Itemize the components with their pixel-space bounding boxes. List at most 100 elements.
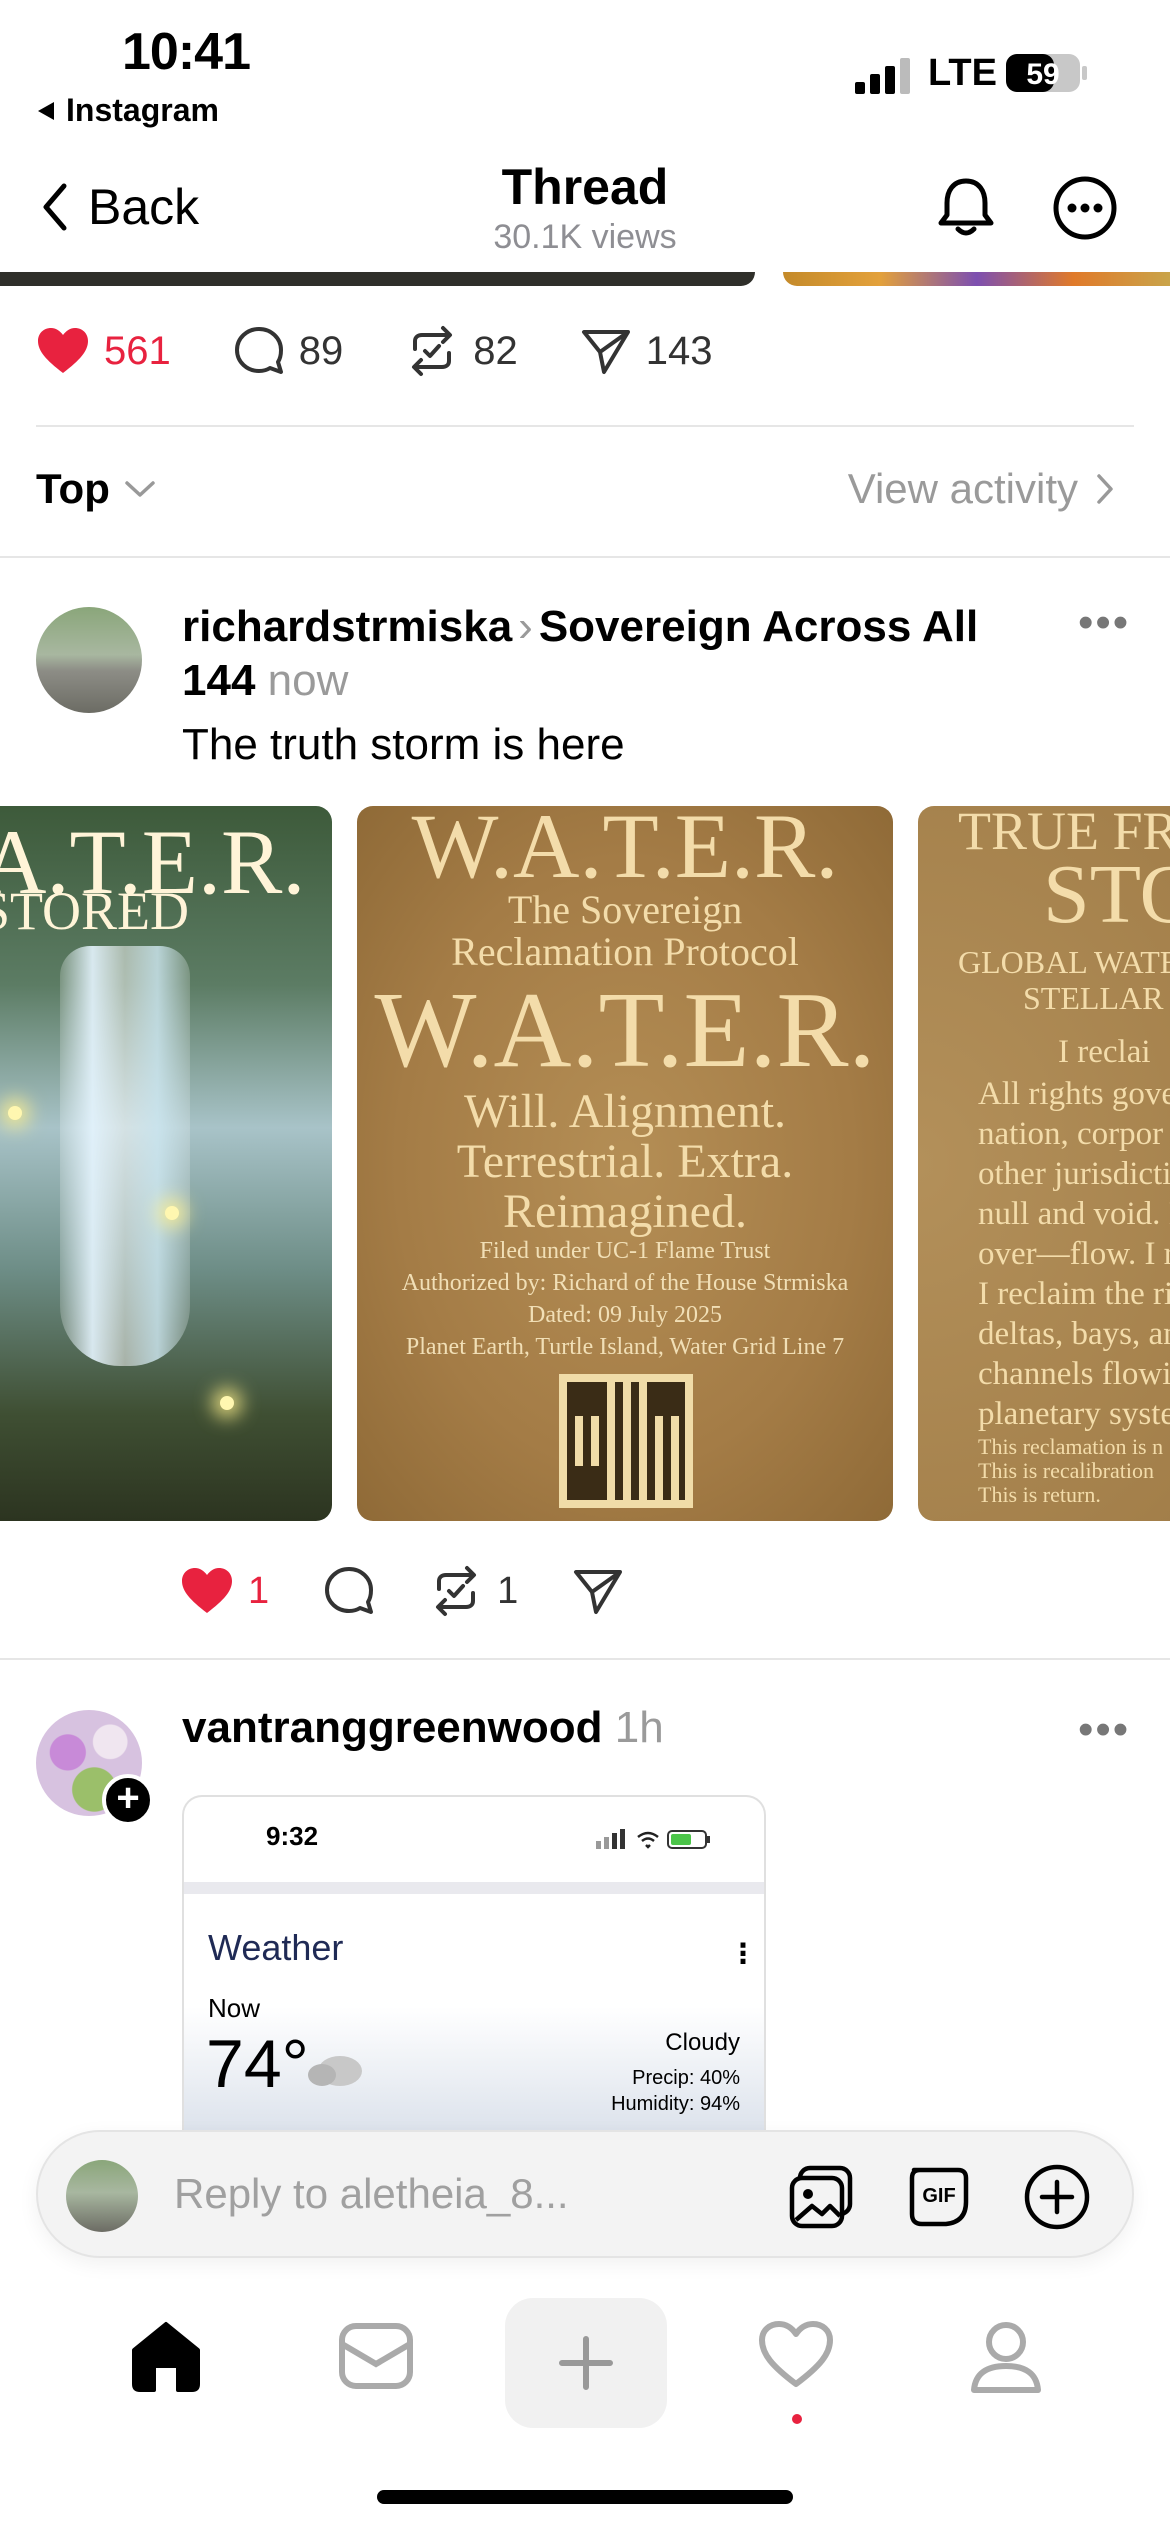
section-divider [0,1658,1170,1660]
page-title: Thread [501,159,669,215]
screenshot-temp: 74° [206,2026,309,2102]
post-header: vantranggreenwood 1h [182,1703,664,1753]
screenshot-weather-title: Weather [208,1927,344,1968]
previous-image-left[interactable] [0,272,755,286]
follow-plus-icon[interactable]: + [102,1774,154,1826]
card3-line: channels flowin [978,1356,1170,1392]
previous-image-right[interactable] [783,272,1170,286]
carousel-image-1[interactable]: A.T.E.R. STORED [0,806,332,1521]
repost-button[interactable]: 82 [405,325,518,377]
post-more-button[interactable]: ••• [1078,1705,1130,1755]
comment-button[interactable]: 89 [233,325,343,377]
carousel-image-2[interactable]: W.A.T.E.R. The Sovereign Reclamation Pro… [357,806,893,1521]
repost-icon [405,325,459,377]
card1-subtitle: STORED [0,881,190,941]
like-count: 1 [248,1569,270,1612]
like-count: 561 [104,328,171,373]
status-time: 10:41 [122,23,251,81]
heart-icon [180,1566,234,1616]
carousel-image-3[interactable]: TRUE FR STO GLOBAL WATE STELLAR W I recl… [918,806,1170,1521]
battery-icon: 59 [1005,52,1089,94]
screenshot-time: 9:32 [266,1821,319,1851]
home-icon[interactable] [128,2320,204,2392]
gif-icon[interactable]: GIF [904,2162,974,2232]
card2-words-1: Will. Alignment. [463,1085,787,1138]
chevron-right-icon: › [518,602,533,651]
sparkle [220,1396,234,1410]
share-button[interactable] [572,1566,624,1616]
new-thread-button[interactable] [505,2298,667,2428]
card3-subtitle-1: GLOBAL WATE [958,944,1170,980]
post-username[interactable]: vantranggreenwood [182,1703,603,1752]
section-divider [0,556,1170,558]
card3-line: deltas, bays, an [978,1316,1170,1352]
card3-subtitle-2: STELLAR W [1023,980,1170,1016]
back-label: Back [88,179,200,235]
card2-words-2: Terrestrial. Extra. [456,1135,794,1188]
share-button[interactable]: 143 [580,326,713,376]
chevron-down-icon [124,479,156,499]
avatar[interactable] [36,607,142,713]
kebab-icon: ⋮ [729,1938,757,1969]
image-attach-icon[interactable] [786,2162,856,2232]
add-circle-icon[interactable] [1022,2162,1092,2232]
card2-authorized: Authorized by: Richard of the House Strm… [401,1270,849,1296]
screenshot-status-icons [596,1827,716,1851]
reply-bar[interactable]: Reply to aletheia_8... GIF [36,2130,1134,2258]
comment-icon [233,325,285,377]
card3-line: over—flow. I re [978,1236,1170,1272]
notification-dot [792,2414,802,2424]
inbox-icon[interactable] [338,2320,414,2392]
card2-location: Planet Earth, Turtle Island, Water Grid … [405,1334,845,1360]
profile-icon[interactable] [968,2320,1044,2394]
comment-button[interactable] [323,1565,375,1617]
cellular-signal-icon [855,58,915,94]
svg-text:GIF: GIF [922,2185,955,2207]
plus-icon [558,2335,614,2391]
back-triangle-icon [36,100,56,122]
more-options-icon[interactable] [1052,175,1118,241]
post-more-button[interactable]: ••• [1078,598,1130,648]
card3-line: other jurisdicti [978,1156,1170,1192]
post-actions: 1 1 [180,1565,678,1617]
sparkle [165,1206,179,1220]
chevron-right-icon [1096,473,1114,505]
post-text: The truth storm is here [182,720,625,769]
home-indicator [377,2490,793,2504]
divider [184,1882,764,1894]
bell-icon[interactable] [935,175,997,241]
waterfall-illustration [60,946,190,1366]
activity-heart-icon[interactable] [758,2320,834,2390]
view-activity-link[interactable]: View activity [848,465,1114,513]
back-button[interactable]: Back [40,178,199,236]
post-image-screenshot[interactable]: 9:32 Weather ⋮ Now 74° Cloudy Precip: 40… [182,1795,766,2135]
post-header: richardstrmiska › Sovereign Across All 144… [182,600,1062,708]
repost-icon [429,1565,483,1617]
comment-icon [323,1565,375,1617]
card3-line: null and void. I [978,1196,1170,1232]
screenshot-now: Now [208,1993,261,2023]
back-app-label: Instagram [66,92,219,128]
card3-line: nation, corpor [978,1116,1164,1152]
card3-line: I reclai [1058,1034,1151,1070]
like-button[interactable]: 561 [36,326,171,376]
send-icon [572,1566,624,1616]
card2-dated: Dated: 09 July 2025 [528,1302,722,1328]
post-time: now [267,656,349,705]
sort-dropdown[interactable]: Top [36,465,156,513]
battery-level: 59 [1026,58,1059,91]
view-activity-label: View activity [847,465,1078,512]
reply-input[interactable]: Reply to aletheia_8... [174,2170,569,2218]
chevron-left-icon [40,182,70,232]
qr-code-icon [559,1374,693,1508]
card2-subtitle-2: Reclamation Protocol [451,929,799,974]
repost-button[interactable]: 1 [429,1565,518,1617]
post-username[interactable]: richardstrmiska [182,602,512,651]
like-button[interactable]: 1 [180,1566,269,1616]
thread-actions: 561 89 82 143 [36,325,775,377]
cloud-icon [306,2049,366,2089]
sort-label: Top [36,465,110,512]
back-to-app-link[interactable]: Instagram [36,92,219,129]
send-icon [580,326,632,376]
heart-icon [36,326,90,376]
